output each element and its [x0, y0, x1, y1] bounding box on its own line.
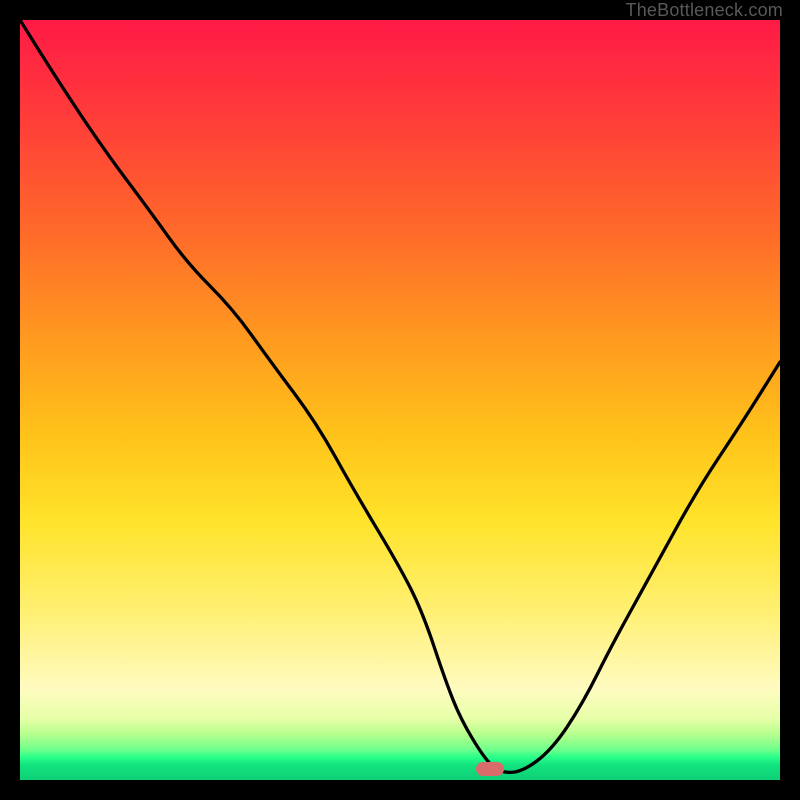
curve-path	[20, 20, 780, 772]
plot-area	[20, 20, 780, 780]
attribution-label: TheBottleneck.com	[626, 0, 783, 21]
bottleneck-curve	[20, 20, 780, 780]
chart-frame: TheBottleneck.com	[0, 0, 800, 800]
optimal-marker	[476, 762, 504, 776]
